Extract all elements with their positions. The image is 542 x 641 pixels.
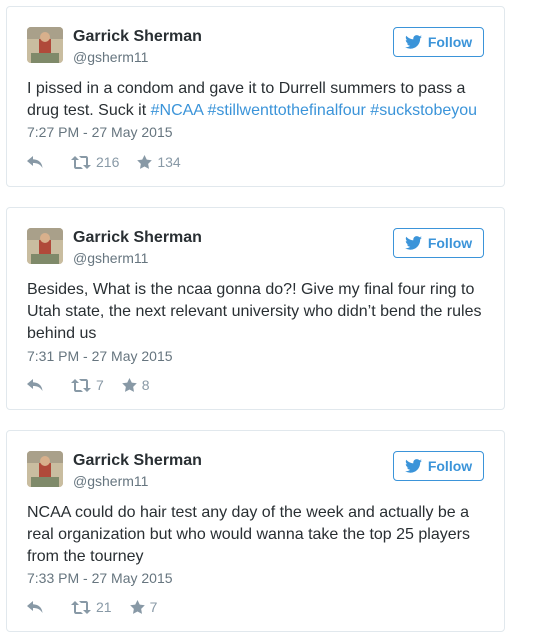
avatar-image (27, 27, 63, 63)
tweet-timestamp[interactable]: 7:31 PM - 27 May 2015 (27, 348, 173, 364)
tweet-text: NCAA could do hair test any day of the w… (27, 504, 470, 565)
follow-label: Follow (427, 34, 473, 50)
like-button[interactable]: 134 (137, 154, 181, 170)
like-count: 8 (141, 377, 150, 393)
like-count: 7 (149, 599, 158, 615)
star-icon (129, 600, 145, 614)
author-handle[interactable]: @gsherm11 (73, 473, 148, 489)
retweet-count: 7 (96, 377, 104, 393)
author-handle[interactable]: @gsherm11 (73, 49, 148, 65)
reply-icon (27, 156, 43, 168)
follow-button[interactable]: Follow (393, 228, 484, 258)
reply-button[interactable] (27, 379, 47, 391)
tweet-text: Besides, What is the ncaa gonna do?! Giv… (27, 281, 482, 342)
twitter-bird-icon (404, 459, 422, 473)
follow-label: Follow (427, 458, 473, 474)
reply-icon (27, 379, 43, 391)
follow-label: Follow (427, 235, 473, 251)
retweet-button[interactable]: 7 (71, 377, 104, 393)
reply-button[interactable] (27, 156, 47, 168)
retweet-button[interactable]: 216 (71, 154, 119, 170)
star-icon (137, 155, 153, 169)
like-count: 134 (157, 154, 181, 170)
author-name[interactable]: Garrick Sherman (73, 229, 202, 247)
retweet-icon (71, 155, 91, 169)
avatar[interactable] (27, 228, 63, 264)
hashtag-link[interactable]: #NCAA (151, 102, 203, 119)
tweet-card: Garrick Sherman @gsherm11 Follow Besides… (6, 207, 505, 410)
hashtag-link[interactable]: #stillwenttothefinalfour (208, 102, 366, 119)
like-button[interactable]: 7 (129, 599, 158, 615)
avatar-image (27, 451, 63, 487)
retweet-button[interactable]: 21 (71, 599, 112, 615)
follow-button[interactable]: Follow (393, 451, 484, 481)
author-name[interactable]: Garrick Sherman (73, 28, 202, 46)
tweet-card: Garrick Sherman @gsherm11 Follow I pisse… (6, 6, 505, 187)
author-handle[interactable]: @gsherm11 (73, 250, 148, 266)
hashtag-link[interactable]: #suckstobeyou (370, 102, 477, 119)
like-button[interactable]: 8 (121, 377, 150, 393)
star-icon (121, 378, 137, 392)
avatar[interactable] (27, 451, 63, 487)
retweet-count: 21 (96, 599, 112, 615)
tweet-actions: 7 8 (27, 376, 150, 394)
tweet-card: Garrick Sherman @gsherm11 Follow NCAA co… (6, 430, 505, 632)
tweet-actions: 216 134 (27, 153, 181, 171)
retweet-icon (71, 600, 91, 614)
tweet-timestamp[interactable]: 7:33 PM - 27 May 2015 (27, 570, 173, 586)
avatar-image (27, 228, 63, 264)
author-name[interactable]: Garrick Sherman (73, 452, 202, 470)
twitter-bird-icon (404, 236, 422, 250)
twitter-bird-icon (404, 35, 422, 49)
follow-button[interactable]: Follow (393, 27, 484, 57)
reply-button[interactable] (27, 601, 47, 613)
tweet-actions: 21 7 (27, 598, 157, 616)
tweet-text: I pissed in a condom and gave it to Durr… (27, 78, 489, 122)
tweet-timestamp[interactable]: 7:27 PM - 27 May 2015 (27, 124, 173, 140)
avatar[interactable] (27, 27, 63, 63)
reply-icon (27, 601, 43, 613)
retweet-icon (71, 378, 91, 392)
retweet-count: 216 (96, 154, 120, 170)
